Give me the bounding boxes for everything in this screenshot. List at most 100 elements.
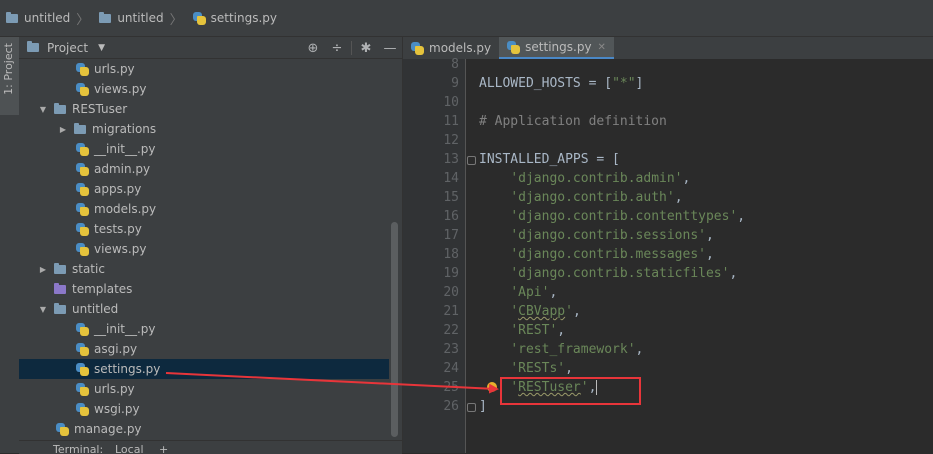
tree-item[interactable]: ▶ static <box>19 259 389 279</box>
tree-item[interactable]: admin.py <box>19 159 389 179</box>
code-editor[interactable]: 8 9 ALLOWED_HOSTS = ["*"] 10 11 # Application… <box>402 57 933 453</box>
tree-item-label: views.py <box>94 242 147 256</box>
tree-item[interactable]: ▼ RESTuser <box>19 99 389 119</box>
line-number: 21 <box>443 304 459 319</box>
breadcrumb-root-label: untitled <box>24 11 71 25</box>
python-file-icon <box>76 322 89 336</box>
fold-marker-icon[interactable] <box>467 156 476 165</box>
text-cursor <box>596 380 598 395</box>
code-line[interactable]: 'Api', <box>479 285 557 300</box>
tree-item[interactable]: tests.py <box>19 219 389 239</box>
close-icon[interactable]: ✕ <box>598 42 606 53</box>
breadcrumb: untitled 〉 untitled 〉 settings.py <box>0 0 933 37</box>
tree-item[interactable]: __init__.py <box>19 139 389 159</box>
tree-item[interactable]: asgi.py <box>19 339 389 359</box>
code-line[interactable]: 'django.contrib.contenttypes', <box>479 209 745 224</box>
code-line[interactable]: 'django.contrib.messages', <box>479 247 714 262</box>
project-panel: Project ▼ ⊕ ÷ ✱ — urls.py views.py ▼ RESTus… <box>19 37 402 453</box>
project-tool-tab[interactable]: 1: Project <box>0 37 19 115</box>
python-file-icon <box>76 362 89 376</box>
project-tool-tab-label: 1: Project <box>2 43 15 95</box>
tree-item-label: wsgi.py <box>94 402 140 416</box>
code-line[interactable]: # Application definition <box>479 114 667 129</box>
tree-item[interactable]: ▶ migrations <box>19 119 389 139</box>
project-view-selector[interactable]: Project <box>47 41 88 55</box>
tree-item[interactable]: ▼ untitled <box>19 299 389 319</box>
tree-item-label: tests.py <box>94 222 142 236</box>
tree-scrollbar[interactable] <box>391 222 398 437</box>
tree-item[interactable]: urls.py <box>19 59 389 79</box>
collapse-all-icon[interactable]: ÷ <box>325 41 349 56</box>
tree-item[interactable]: models.py <box>19 199 389 219</box>
code-line[interactable]: ALLOWED_HOSTS = ["*"] <box>479 76 643 91</box>
tree-item-label: static <box>72 262 105 276</box>
tree-item[interactable]: views.py <box>19 79 389 99</box>
editor-tab[interactable]: settings.py ✕ <box>499 37 614 59</box>
locate-icon[interactable]: ⊕ <box>301 41 325 56</box>
hide-panel-icon[interactable]: — <box>378 41 402 56</box>
line-number: 15 <box>443 190 459 205</box>
editor-tab-label: settings.py <box>525 40 592 54</box>
line-number: 11 <box>443 114 459 129</box>
breadcrumb-folder[interactable]: untitled 〉 <box>99 9 188 28</box>
folder-icon <box>54 282 66 294</box>
python-file-icon <box>56 422 69 436</box>
chevron-right-icon[interactable]: ▶ <box>56 125 70 134</box>
tree-item-label: manage.py <box>74 422 142 436</box>
editor-tab[interactable]: models.py <box>403 37 499 59</box>
gutter-divider <box>465 59 466 453</box>
breadcrumb-folder-label: untitled <box>117 11 164 25</box>
code-line[interactable]: 'django.contrib.staticfiles', <box>479 266 737 281</box>
project-tree: urls.py views.py ▼ RESTuser ▶ migrations __ini… <box>19 59 389 439</box>
python-file-icon <box>76 342 89 356</box>
tree-item[interactable]: wsgi.py <box>19 399 389 419</box>
tree-item[interactable]: __init__.py <box>19 319 389 339</box>
terminal-tab[interactable]: Terminal: <box>53 443 103 454</box>
tree-item-label: admin.py <box>94 162 151 176</box>
code-line[interactable]: ] <box>479 399 487 414</box>
gear-icon[interactable]: ✱ <box>354 41 378 56</box>
line-number: 24 <box>443 361 459 376</box>
tool-window-strip: 1: Project <box>0 37 20 453</box>
line-number: 22 <box>443 323 459 338</box>
fold-marker-icon[interactable] <box>467 403 476 412</box>
chevron-down-icon[interactable]: ▼ <box>98 43 105 53</box>
terminal-session-tab[interactable]: Local <box>115 443 144 454</box>
chevron-down-icon[interactable]: ▼ <box>36 305 50 314</box>
project-panel-toolbar: ⊕ ÷ ✱ — <box>301 37 402 59</box>
tree-item[interactable]: templates <box>19 279 389 299</box>
python-file-icon <box>411 41 424 55</box>
folder-icon <box>54 102 66 114</box>
tree-item[interactable]: settings.py <box>19 359 389 379</box>
python-file-icon <box>76 82 89 96</box>
code-line[interactable]: 'django.contrib.auth', <box>479 190 682 205</box>
tree-item[interactable]: views.py <box>19 239 389 259</box>
code-line[interactable]: INSTALLED_APPS = [ <box>479 152 620 167</box>
new-terminal-button[interactable]: + <box>159 443 168 454</box>
tree-item[interactable]: urls.py <box>19 379 389 399</box>
python-file-icon <box>76 202 89 216</box>
code-line[interactable]: 'RESTs', <box>479 361 573 376</box>
python-file-icon <box>76 242 89 256</box>
line-number: 26 <box>443 399 459 414</box>
folder-icon <box>54 302 66 314</box>
tree-item[interactable]: manage.py <box>19 419 389 439</box>
line-number: 16 <box>443 209 459 224</box>
tree-item-label: views.py <box>94 82 147 96</box>
python-file-icon <box>76 402 89 416</box>
line-number: 17 <box>443 228 459 243</box>
code-line[interactable]: 'REST', <box>479 323 565 338</box>
breadcrumb-file[interactable]: settings.py <box>192 11 277 25</box>
line-number: 19 <box>443 266 459 281</box>
breadcrumb-root[interactable]: untitled 〉 <box>6 9 95 28</box>
code-line[interactable]: 'django.contrib.sessions', <box>479 228 714 243</box>
tree-item-label: __init__.py <box>94 142 156 156</box>
code-line[interactable]: 'CBVapp', <box>479 304 580 319</box>
tree-item[interactable]: apps.py <box>19 179 389 199</box>
intention-bulb-icon[interactable] <box>487 382 497 392</box>
code-line[interactable]: 'django.contrib.admin', <box>479 171 690 186</box>
code-line[interactable]: 'rest_framework', <box>479 342 643 357</box>
chevron-right-icon[interactable]: ▶ <box>36 265 50 274</box>
chevron-down-icon[interactable]: ▼ <box>36 105 50 114</box>
tree-item-label: __init__.py <box>94 322 156 336</box>
